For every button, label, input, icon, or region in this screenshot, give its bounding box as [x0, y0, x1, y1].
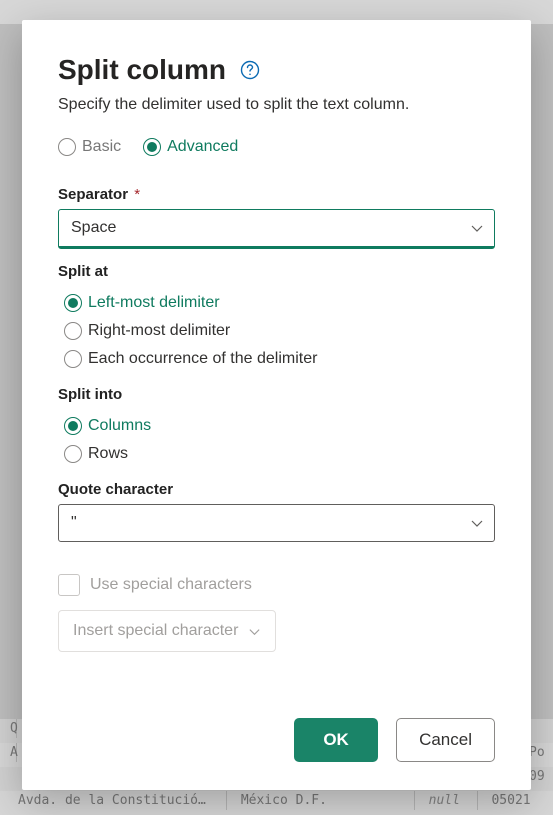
chevron-down-icon [470, 221, 484, 235]
radio-circle-icon [58, 138, 76, 156]
button-label: Cancel [419, 730, 472, 750]
mode-radio-group: Basic Advanced [58, 138, 495, 156]
quote-char-dropdown[interactable]: " [58, 504, 495, 542]
cancel-button[interactable]: Cancel [396, 718, 495, 762]
radio-circle-icon [64, 445, 82, 463]
button-label: OK [323, 730, 349, 750]
help-icon[interactable] [240, 60, 260, 80]
radio-label: Advanced [167, 138, 238, 156]
quote-char-label: Quote character [58, 481, 495, 498]
split-at-right-radio[interactable]: Right-most delimiter [64, 322, 495, 340]
dialog-subtitle: Specify the delimiter used to split the … [58, 96, 495, 114]
split-at-group: Left-most delimiter Right-most delimiter… [64, 294, 495, 368]
chevron-down-icon [470, 516, 484, 530]
radio-circle-icon [64, 294, 82, 312]
radio-label: Columns [88, 417, 151, 435]
dropdown-value: " [71, 514, 77, 532]
separator-label: Separator * [58, 186, 495, 203]
dropdown-value: Space [71, 219, 116, 237]
button-label: Insert special character [73, 622, 238, 640]
split-into-group: Columns Rows [64, 417, 495, 463]
radio-label: Rows [88, 445, 128, 463]
radio-circle-icon [143, 138, 161, 156]
chevron-down-icon [248, 625, 261, 638]
split-into-rows-radio[interactable]: Rows [64, 445, 495, 463]
required-asterisk: * [134, 186, 140, 203]
split-into-label: Split into [58, 386, 495, 403]
radio-label: Each occurrence of the delimiter [88, 350, 317, 368]
mode-basic-radio[interactable]: Basic [58, 138, 121, 156]
label-text: Separator [58, 186, 128, 203]
special-chars-label: Use special characters [90, 576, 252, 594]
radio-label: Basic [82, 138, 121, 156]
split-at-label: Split at [58, 263, 495, 280]
ok-button[interactable]: OK [294, 718, 378, 762]
radio-circle-icon [64, 417, 82, 435]
insert-special-char-button[interactable]: Insert special character [58, 610, 276, 652]
split-column-dialog: Split column Specify the delimiter used … [22, 20, 531, 790]
mode-advanced-radio[interactable]: Advanced [143, 138, 238, 156]
separator-dropdown[interactable]: Space [58, 209, 495, 249]
radio-label: Left-most delimiter [88, 294, 220, 312]
split-at-left-radio[interactable]: Left-most delimiter [64, 294, 495, 312]
split-into-columns-radio[interactable]: Columns [64, 417, 495, 435]
split-at-each-radio[interactable]: Each occurrence of the delimiter [64, 350, 495, 368]
dialog-title: Split column [58, 54, 226, 86]
special-chars-checkbox[interactable] [58, 574, 80, 596]
radio-circle-icon [64, 350, 82, 368]
radio-label: Right-most delimiter [88, 322, 230, 340]
special-chars-checkbox-row: Use special characters [58, 574, 495, 596]
dialog-footer: OK Cancel [58, 718, 495, 762]
radio-circle-icon [64, 322, 82, 340]
